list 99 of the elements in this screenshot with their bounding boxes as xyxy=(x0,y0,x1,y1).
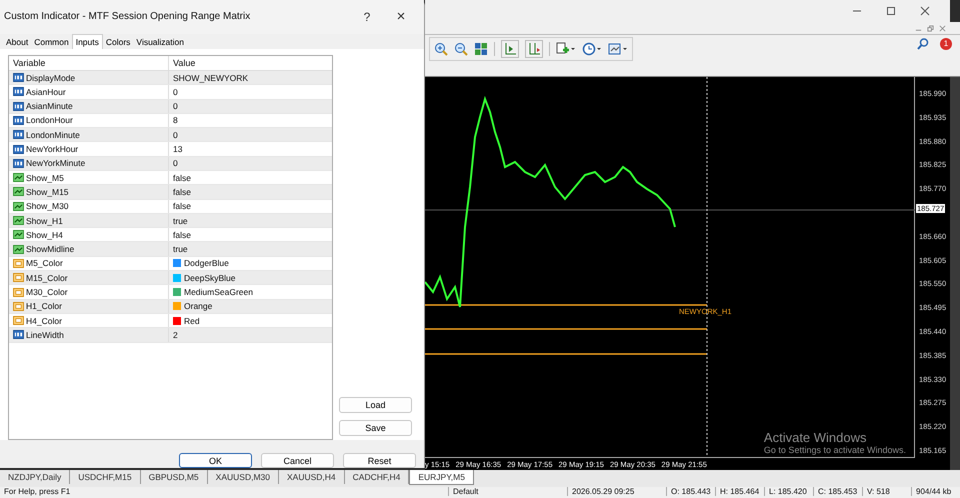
zoom-out-icon[interactable] xyxy=(454,42,468,56)
variable-value[interactable]: true xyxy=(173,244,188,254)
variable-value[interactable]: MediumSeaGreen xyxy=(184,287,253,298)
add-indicator-icon[interactable] xyxy=(556,42,576,56)
number-type-icon xyxy=(13,144,24,154)
status-text: 904/44 kb xyxy=(911,487,956,496)
clock-icon[interactable] xyxy=(582,42,602,56)
scrollbar[interactable] xyxy=(950,77,960,470)
zoom-in-icon[interactable] xyxy=(434,42,448,56)
variable-value[interactable]: 0 xyxy=(173,86,178,97)
variable-name: AsianMinute xyxy=(26,101,73,112)
variable-name: Show_M5 xyxy=(26,172,64,183)
dialog-button[interactable]: OK xyxy=(179,453,252,468)
activation-title: Activate Windows xyxy=(764,430,868,446)
number-type-icon xyxy=(13,130,24,140)
variable-name: NewYorkHour xyxy=(26,144,78,154)
dialog-tab[interactable]: About xyxy=(3,36,32,49)
variable-value[interactable]: false xyxy=(173,186,191,197)
column-header: Variable xyxy=(9,56,169,70)
number-type-icon xyxy=(13,87,24,96)
dialog-tab[interactable]: Common xyxy=(31,36,72,49)
graph-type-icon xyxy=(13,202,24,211)
number-type-icon xyxy=(13,73,24,82)
status-text: 2026.05.29 09:25 xyxy=(567,487,666,496)
palette-type-icon xyxy=(13,273,24,282)
variable-value[interactable]: 8 xyxy=(173,115,178,126)
close-button[interactable]: × xyxy=(384,4,418,29)
status-text: H: 185.464 xyxy=(715,487,764,496)
dialog-button[interactable]: Reset xyxy=(343,453,416,468)
number-type-icon xyxy=(13,116,24,125)
template-icon[interactable] xyxy=(608,42,628,56)
variable-value[interactable]: 0 xyxy=(173,158,178,168)
variable-name: Show_M15 xyxy=(26,186,69,197)
close-icon[interactable] xyxy=(920,6,930,16)
variable-value[interactable]: Orange xyxy=(184,301,212,312)
palette-type-icon xyxy=(13,302,24,311)
tile-windows-icon[interactable] xyxy=(474,42,488,56)
variable-value[interactable]: DodgerBlue xyxy=(184,258,229,268)
variable-name: M15_Color xyxy=(26,272,68,283)
variable-name: H4_Color xyxy=(26,316,62,326)
variable-value[interactable]: false xyxy=(173,172,191,183)
side-button[interactable]: Save xyxy=(339,420,412,436)
variable-value[interactable]: 13 xyxy=(173,144,182,154)
variable-name: M5_Color xyxy=(26,258,63,268)
graph-type-icon xyxy=(13,244,24,254)
variable-value[interactable]: true xyxy=(173,216,188,226)
variable-value[interactable]: SHOW_NEWYORK xyxy=(173,72,248,83)
activation-text: Go to Settings to activate Windows. xyxy=(764,445,906,456)
status-text: L: 185.420 xyxy=(764,487,813,496)
dialog-tab[interactable]: Colors xyxy=(102,36,134,49)
variable-name: Show_H1 xyxy=(26,216,63,226)
variable-name: LondonMinute xyxy=(26,130,80,140)
maximize-icon[interactable] xyxy=(886,6,896,16)
status-text: For Help, press F1 xyxy=(3,487,72,496)
variable-name: M30_Color xyxy=(26,287,68,298)
number-type-icon xyxy=(13,102,24,111)
number-type-icon xyxy=(13,330,24,340)
restore-icon[interactable] xyxy=(927,24,934,32)
help-button[interactable]: ? xyxy=(350,4,384,29)
graph-type-icon xyxy=(13,187,24,196)
status-text: O: 185.443 xyxy=(666,487,715,496)
variable-value[interactable]: 2 xyxy=(173,330,178,340)
variable-value[interactable]: 0 xyxy=(173,101,178,112)
column-header: Value xyxy=(172,56,196,70)
variable-value[interactable]: false xyxy=(173,201,191,212)
status-text: Default xyxy=(448,487,567,496)
auto-scroll-icon[interactable] xyxy=(525,40,543,58)
search-icon[interactable] xyxy=(916,36,930,51)
variable-name: ShowMidline xyxy=(26,244,74,254)
variable-name: Show_H4 xyxy=(26,230,63,240)
variable-value[interactable]: Red xyxy=(184,316,200,326)
variable-value[interactable]: DeepSkyBlue xyxy=(184,272,236,283)
variable-name: NewYorkMinute xyxy=(26,158,86,168)
graph-type-icon xyxy=(13,230,24,240)
variable-name: H1_Color xyxy=(26,301,62,312)
status-text: C: 185.453 xyxy=(813,487,862,496)
dialog-tab[interactable]: Visualization xyxy=(133,36,187,49)
status-text: V: 518 xyxy=(862,487,911,496)
variable-value[interactable]: false xyxy=(173,230,191,240)
notification-badge[interactable]: 1 xyxy=(940,38,952,50)
side-button[interactable]: Load xyxy=(339,397,412,413)
variable-value[interactable]: 0 xyxy=(173,130,178,140)
palette-type-icon xyxy=(13,258,24,268)
graph-type-icon xyxy=(13,173,24,182)
close-icon[interactable] xyxy=(939,24,946,32)
chart-shift-icon[interactable] xyxy=(501,40,519,58)
variable-name: LondonHour xyxy=(26,115,73,126)
dialog-button[interactable]: Cancel xyxy=(261,453,334,468)
variable-name: AsianHour xyxy=(26,86,66,97)
number-type-icon xyxy=(13,158,24,168)
chart-tab[interactable]: EURJPY,M5 xyxy=(409,470,474,485)
dialog-title: Custom Indicator - MTF Session Opening Range Matrix xyxy=(4,11,252,22)
variable-name: Show_M30 xyxy=(26,201,69,212)
palette-type-icon xyxy=(13,288,24,297)
variable-name: DisplayMode xyxy=(26,72,76,83)
dialog-tab[interactable]: Inputs xyxy=(72,34,103,49)
variable-name: LineWidth xyxy=(26,330,64,340)
graph-type-icon xyxy=(13,216,24,226)
palette-type-icon xyxy=(13,316,24,326)
